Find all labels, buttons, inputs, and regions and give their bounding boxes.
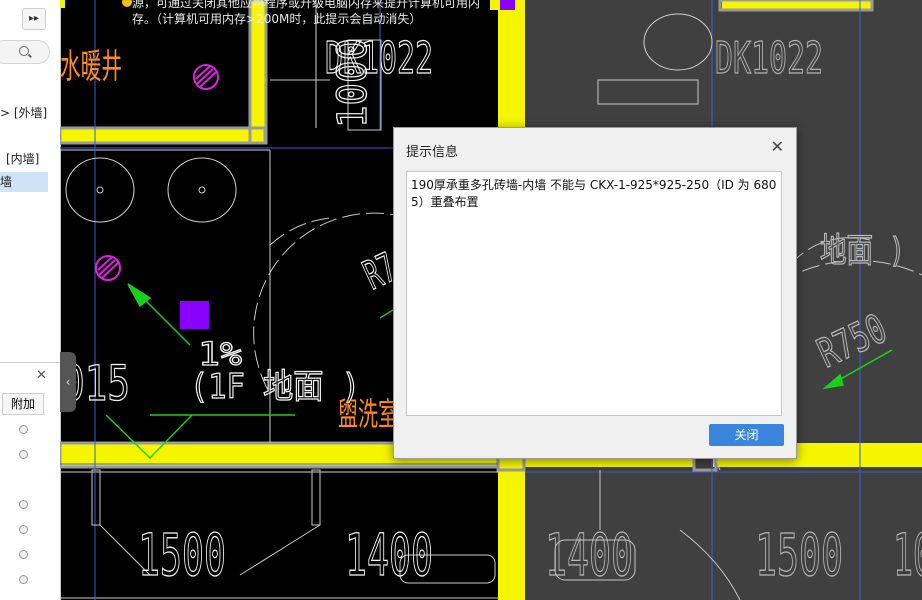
dimension-1500-right: 1500 <box>755 521 843 589</box>
attach-radio[interactable] <box>19 500 28 509</box>
room-label: 盥洗室 <box>338 395 398 433</box>
column-header-append: 附加 <box>2 393 44 415</box>
memory-warning-notice: 源，可通过关闭其他应用程序或升级电脑内存来提升计算机可用内 存。（计算机可用内存… <box>122 0 480 27</box>
attach-radio[interactable] <box>19 575 28 584</box>
tree-item-outer-wall[interactable]: > [外墙] <box>0 104 47 121</box>
notice-line-1: 源，可通过关闭其他应用程序或升级电脑内存来提升计算机可用内 <box>132 0 481 10</box>
dialog-message: 190厚承重多孔砖墙-内墙 不能与 CKX-1-925*925-250（ID 为… <box>406 171 782 416</box>
attach-radio[interactable] <box>19 450 28 459</box>
close-button[interactable]: 关闭 <box>709 424 784 446</box>
tree-item-wall-selected[interactable]: 墙 <box>0 172 48 192</box>
attach-radio[interactable] <box>19 525 28 534</box>
close-icon[interactable]: ✕ <box>771 137 784 156</box>
notice-line-2: 存。（计算机可用内存>200M时，此提示会自动消失） <box>132 12 422 26</box>
attach-radio[interactable] <box>19 425 28 434</box>
collapse-panel-tab[interactable]: ‹ <box>60 352 76 412</box>
close-icon[interactable]: ✕ <box>36 368 47 383</box>
floor-label-right: 地面 ) <box>820 231 905 271</box>
column-marker <box>180 301 209 329</box>
floor-label-left: (1F 地面 ) <box>190 367 360 407</box>
info-dialog: 提示信息 ✕ 190厚承重多孔砖墙-内墙 不能与 CKX-1-925*925-2… <box>393 127 797 459</box>
warning-icon <box>122 0 132 7</box>
dialog-title: 提示信息 <box>406 145 459 160</box>
left-panel: ▸▸ > [外墙] [内墙] 墙 ✕ 附加 <box>0 0 61 600</box>
attach-radio[interactable] <box>19 550 28 559</box>
dimension-1400: 1400 <box>345 521 433 589</box>
floor-drain-symbols <box>95 64 219 281</box>
expand-panel-button[interactable]: ▸▸ <box>22 8 46 30</box>
dimension-1400-right: 1400 <box>545 521 633 589</box>
shaft-label: 水暖井 <box>60 47 122 87</box>
dimension-10-right: 10 <box>893 521 922 589</box>
dimension-1000: 1000 <box>330 38 376 128</box>
tree-item-inner-wall[interactable]: [内墙] <box>6 150 39 167</box>
door-label-right: DK1022 <box>715 33 823 84</box>
search-icon <box>19 46 29 56</box>
properties-subpanel: ✕ 附加 <box>0 362 60 600</box>
search-input[interactable] <box>0 40 50 64</box>
dimension-1500: 1500 <box>138 521 226 589</box>
